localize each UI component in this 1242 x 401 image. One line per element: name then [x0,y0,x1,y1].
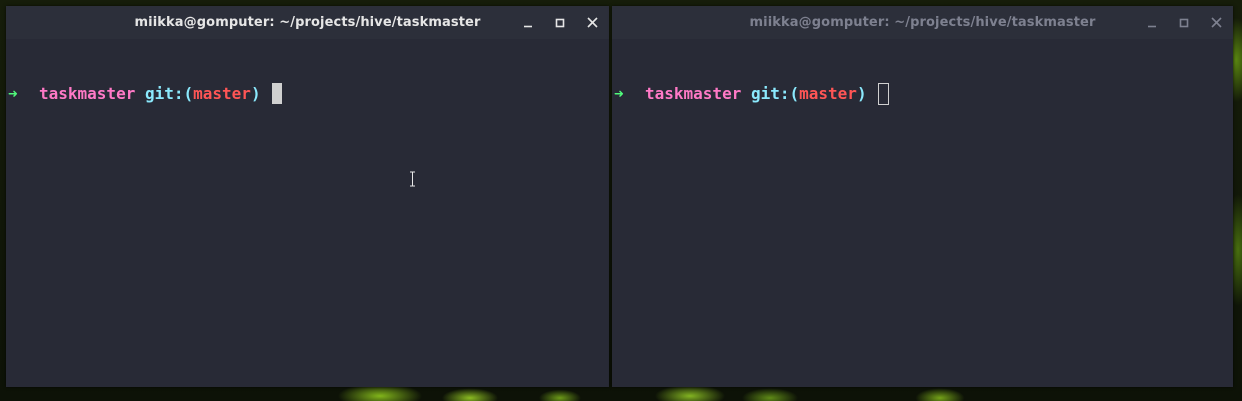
prompt-arrow-icon: ➜ [614,84,624,103]
prompt-directory: taskmaster [645,84,742,103]
terminal-window-left[interactable]: miikka@gomputer: ~/projects/hive/taskmas… [6,6,609,387]
ibeam-cursor-icon [410,171,415,187]
maximize-icon[interactable] [553,16,567,30]
prompt-directory: taskmaster [39,83,136,103]
prompt-git-suffix: ) [250,83,261,103]
minimize-icon[interactable] [521,16,535,30]
window-title: miikka@gomputer: ~/projects/hive/taskmas… [134,15,481,30]
text-cursor [878,83,890,105]
titlebar[interactable]: miikka@gomputer: ~/projects/hive/taskmas… [612,6,1233,39]
prompt-git-prefix: git:( [144,83,194,103]
window-controls [1145,6,1223,39]
prompt-branch: master [193,83,251,103]
prompt-arrow-icon: ➜ [8,83,18,103]
prompt-line: ➜ taskmaster git:(master) [614,83,1233,105]
prompt-line: ➜ taskmaster git:(master) [8,83,609,104]
prompt-git-suffix: ) [856,84,867,103]
text-cursor [272,83,283,104]
prompt-git-prefix: git:( [750,84,800,103]
minimize-icon[interactable] [1145,16,1159,30]
prompt-branch: master [799,84,857,103]
window-controls [521,6,599,39]
terminal-window-right[interactable]: miikka@gomputer: ~/projects/hive/taskmas… [612,6,1233,387]
desktop-background: miikka@gomputer: ~/projects/hive/taskmas… [0,0,1242,401]
terminal-area[interactable]: ➜ taskmaster git:(master) [6,39,609,387]
close-icon[interactable] [1209,16,1223,30]
titlebar[interactable]: miikka@gomputer: ~/projects/hive/taskmas… [6,6,609,39]
close-icon[interactable] [585,16,599,30]
maximize-icon[interactable] [1177,16,1191,30]
terminal-area[interactable]: ➜ taskmaster git:(master) [612,39,1233,387]
window-title: miikka@gomputer: ~/projects/hive/taskmas… [749,15,1096,30]
